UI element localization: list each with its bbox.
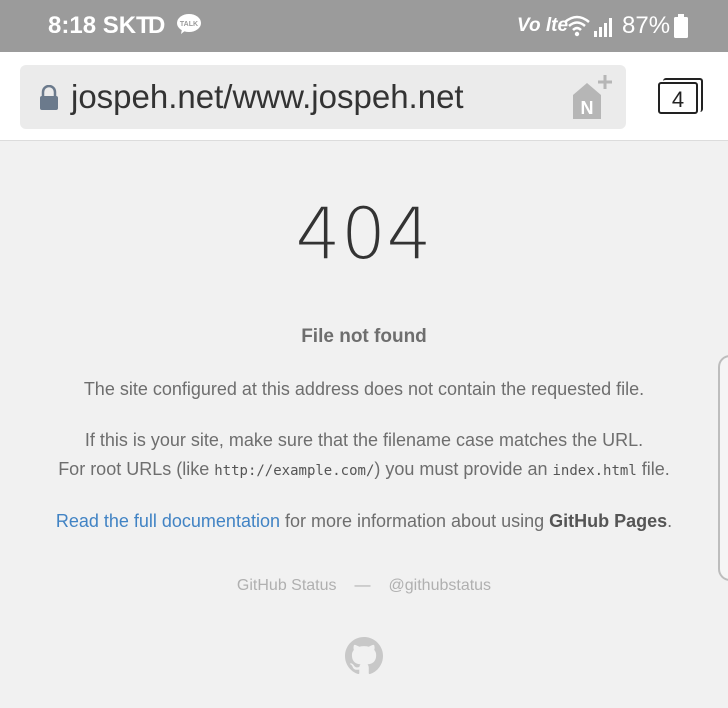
edge-panel-handle[interactable] [718, 355, 728, 581]
index-file-code: index.html [552, 463, 637, 479]
site-owner-hint: If this is your site, make sure that the… [0, 426, 728, 486]
signal-icon [594, 18, 612, 37]
battery-percent: 87% [622, 12, 671, 39]
battery-icon [674, 14, 688, 38]
error-heading: File not found [301, 326, 427, 347]
docs-text: for more information about using [279, 511, 550, 531]
status-bar: 8:18 SKT D TALK Vo lte 87% [0, 0, 728, 52]
documentation-link[interactable]: Read the full documentation [56, 511, 280, 531]
kakaotalk-icon: TALK [177, 14, 201, 34]
page-content: 404 File not found The site configured a… [0, 141, 728, 708]
tab-count[interactable]: 4 [658, 82, 698, 114]
tab-switcher-button[interactable]: 4 [658, 78, 703, 114]
error-code: 404 [295, 193, 433, 275]
githubstatus-twitter-link[interactable]: @githubstatus [389, 577, 492, 594]
status-time: 8:18 SKT [48, 12, 151, 39]
github-pages-label: GitHub Pages [549, 511, 668, 531]
hint-line-2: For root URLs (like http://example.com/)… [0, 455, 728, 486]
footer-links: GitHub Status — @githubstatus [0, 577, 728, 595]
github-octocat-icon[interactable] [345, 637, 383, 675]
url-text[interactable]: jospeh.net/www.jospeh.net [71, 78, 464, 116]
wifi-icon [564, 15, 590, 37]
hint-text-b: ) you must provide an [374, 459, 553, 479]
docs-paragraph: Read the full documentation for more inf… [0, 507, 728, 536]
example-url-code: http://example.com/ [214, 463, 375, 479]
github-status-link[interactable]: GitHub Status [237, 577, 337, 594]
docs-period: . [667, 511, 673, 531]
naver-label: N [581, 98, 594, 118]
hint-text-c: file. [636, 459, 670, 479]
lock-icon [40, 85, 58, 110]
talk-label: TALK [180, 21, 198, 28]
naver-add-icon[interactable]: N [569, 73, 617, 121]
browser-toolbar: jospeh.net/www.jospeh.net N 4 [0, 52, 728, 141]
volte-icon: Vo lte [517, 15, 569, 36]
hint-text-a: For root URLs (like [58, 459, 215, 479]
address-bar[interactable]: jospeh.net/www.jospeh.net N [20, 65, 626, 129]
hint-line-1: If this is your site, make sure that the… [84, 430, 644, 450]
daum-icon: D [148, 12, 166, 39]
error-description: The site configured at this address does… [83, 379, 645, 399]
footer-separator: — [354, 577, 371, 594]
